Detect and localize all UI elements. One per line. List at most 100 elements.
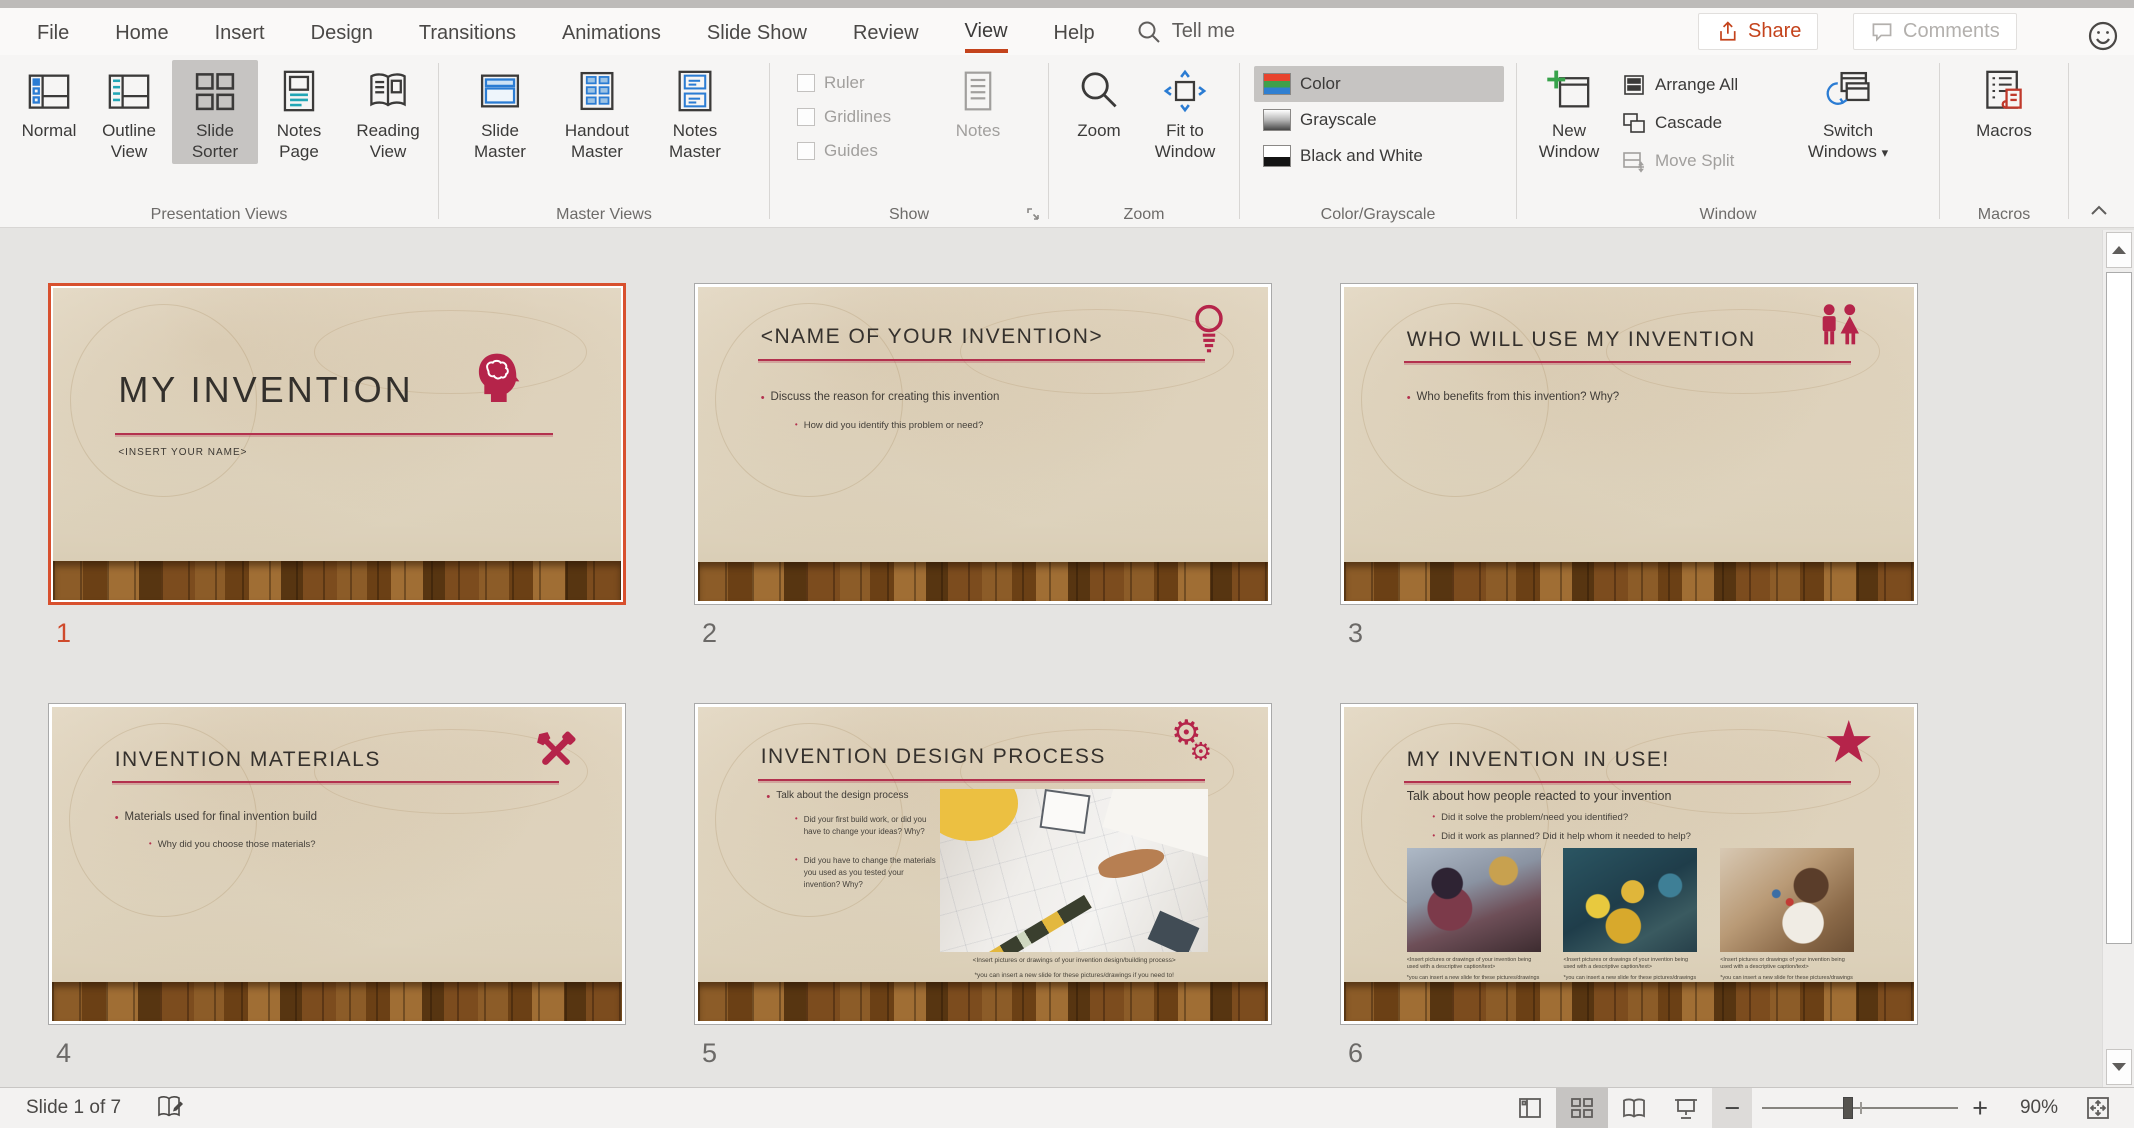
outline-view-icon: [106, 66, 152, 116]
normal-view-button[interactable]: Normal: [12, 60, 86, 143]
zoom-slider-thumb[interactable]: [1842, 1097, 1853, 1119]
notes-button[interactable]: Notes: [938, 60, 1018, 143]
arrange-all-icon: [1622, 73, 1646, 97]
calculator-shape: [1147, 910, 1200, 952]
group-master-views: Slide Master Handout Master Notes Master…: [439, 55, 769, 227]
cascade-button[interactable]: Cascade: [1613, 104, 1793, 142]
sub-bullet-item: • Did your first build work, or did you …: [794, 813, 927, 836]
bullet-dot: •: [766, 791, 771, 804]
wood-floor: [698, 561, 1268, 601]
vertical-scrollbar[interactable]: [2102, 230, 2134, 1087]
scrollbar-thumb[interactable]: [2106, 272, 2132, 944]
slide-6-preview: MY INVENTION IN USE! ★ Talk about how pe…: [1344, 707, 1914, 1021]
zoom-out-button[interactable]: −: [1712, 1088, 1753, 1128]
color-option[interactable]: Color: [1254, 66, 1504, 102]
status-normal-view-button[interactable]: [1504, 1088, 1556, 1128]
slide-number-4: 4: [56, 1038, 72, 1068]
slide-title: <NAME OF YOUR INVENTION>: [760, 324, 1104, 348]
proofing-icon[interactable]: [155, 1094, 185, 1122]
zoom-in-button[interactable]: +: [1958, 1093, 2002, 1124]
tab-file[interactable]: File: [14, 8, 92, 55]
tab-insert[interactable]: Insert: [192, 8, 288, 55]
slide-thumbnail-3[interactable]: WHO WILL USE MY INVENTION • Who benefits…: [1340, 283, 1918, 605]
comments-button[interactable]: Comments: [1853, 13, 2017, 50]
slide-thumbnail-4[interactable]: INVENTION MATERIALS • Materials used for…: [48, 703, 626, 1025]
slide-title: MY INVENTION IN USE!: [1406, 747, 1670, 771]
notes-page-button[interactable]: Notes Page: [258, 60, 340, 164]
handout-master-button[interactable]: Handout Master: [545, 60, 649, 164]
guides-checkbox[interactable]: Guides: [788, 134, 938, 168]
status-slide-show-button[interactable]: [1660, 1088, 1712, 1128]
collapse-ribbon-icon[interactable]: [2088, 203, 2110, 217]
move-split-button[interactable]: Move Split: [1613, 142, 1793, 180]
zoom-slider[interactable]: [1762, 1097, 1959, 1119]
outline-view-button[interactable]: Outline View: [86, 60, 172, 164]
tell-me-search[interactable]: Tell me: [1118, 8, 1253, 55]
menu-bar: File Home Insert Design Transitions Anim…: [0, 8, 2134, 55]
feedback-smiley-icon[interactable]: [2085, 18, 2121, 54]
tab-animations[interactable]: Animations: [539, 8, 684, 55]
slide-thumbnail-5[interactable]: INVENTION DESIGN PROCESS ⚙⚙ • Talk about…: [694, 703, 1272, 1025]
new-window-button[interactable]: New Window: [1525, 60, 1613, 164]
slide-sorter-button[interactable]: Slide Sorter: [172, 60, 258, 164]
group-presentation-views: Normal Outline View Slide Sorter Notes P…: [0, 55, 438, 227]
slide-2-preview: <NAME OF YOUR INVENTION> • Discuss the r…: [698, 287, 1268, 601]
gridlines-checkbox[interactable]: Gridlines: [788, 100, 938, 134]
fit-to-window-button[interactable]: Fit to Window: [1139, 60, 1231, 164]
switch-windows-button[interactable]: Switch Windows ▾: [1793, 60, 1903, 166]
handout-master-icon: [574, 66, 620, 116]
notes-master-button[interactable]: Notes Master: [649, 60, 741, 164]
people-icon: [1814, 303, 1866, 351]
scroll-up-button[interactable]: [2106, 232, 2132, 268]
slide-thumbnail-2[interactable]: <NAME OF YOUR INVENTION> • Discuss the r…: [694, 283, 1272, 605]
grayscale-option[interactable]: Grayscale: [1254, 102, 1504, 138]
status-slide-sorter-button[interactable]: [1556, 1088, 1609, 1128]
down-arrow-icon: [2112, 1063, 2126, 1071]
slide-number-6: 6: [1348, 1038, 1364, 1068]
bullet-dot: •: [1432, 812, 1436, 822]
fit-slide-to-window-button[interactable]: [2076, 1088, 2120, 1128]
design-process-photo: [940, 788, 1209, 952]
tab-view[interactable]: View: [942, 8, 1031, 55]
bullet-dot: •: [148, 838, 152, 848]
tab-home[interactable]: Home: [92, 8, 191, 55]
bullet-item: • Materials used for final invention bui…: [114, 810, 317, 824]
share-button[interactable]: Share: [1698, 13, 1819, 50]
slide-master-button[interactable]: Slide Master: [455, 60, 545, 164]
slide-thumbnail-1[interactable]: MY INVENTION <INSERT YOUR NAME>: [48, 283, 626, 605]
invention-photo-1: [1406, 848, 1541, 952]
slide-title: INVENTION MATERIALS: [114, 747, 381, 771]
slide-5-preview: INVENTION DESIGN PROCESS ⚙⚙ • Talk about…: [698, 707, 1268, 1021]
tab-help[interactable]: Help: [1031, 8, 1118, 55]
slide-thumbnail-6[interactable]: MY INVENTION IN USE! ★ Talk about how pe…: [1340, 703, 1918, 1025]
zoom-slider-tick: [1860, 1102, 1863, 1114]
head-brain-icon: [470, 350, 524, 408]
sleeve-shape: [1102, 788, 1209, 859]
zoom-button[interactable]: Zoom: [1059, 60, 1139, 143]
arrange-all-button[interactable]: Arrange All: [1613, 66, 1793, 104]
status-reading-view-button[interactable]: [1608, 1088, 1660, 1128]
star-icon: ★: [1822, 708, 1875, 777]
comment-icon: [1870, 20, 1894, 44]
tab-transitions[interactable]: Transitions: [396, 8, 539, 55]
status-bar: Slide 1 of 7 − + 90%: [0, 1087, 2134, 1128]
magnifier-icon: [1076, 66, 1122, 116]
slide-4-preview: INVENTION MATERIALS • Materials used for…: [52, 707, 622, 1021]
bullet-item: • Talk about the design process: [766, 790, 909, 804]
show-dialog-launcher-icon[interactable]: [1026, 207, 1040, 221]
tab-review[interactable]: Review: [830, 8, 942, 55]
ruler-checkbox[interactable]: Ruler: [788, 66, 938, 100]
dropdown-arrow-icon: ▾: [1881, 146, 1889, 161]
scroll-down-button[interactable]: [2106, 1049, 2132, 1085]
reading-view-button[interactable]: Reading View: [340, 60, 436, 164]
tab-design[interactable]: Design: [288, 8, 396, 55]
macros-button[interactable]: Macros: [1962, 60, 2046, 143]
black-and-white-option[interactable]: Black and White: [1254, 138, 1504, 174]
group-color-grayscale: Color Grayscale Black and White Color/Gr…: [1240, 55, 1516, 227]
slide-indicator: Slide 1 of 7: [26, 1097, 122, 1118]
level-tool-shape: [987, 894, 1092, 952]
zoom-level[interactable]: 90%: [2002, 1097, 2058, 1119]
share-icon: [1715, 20, 1739, 44]
lightbulb-icon: [1188, 303, 1230, 357]
tab-slide-show[interactable]: Slide Show: [684, 8, 830, 55]
